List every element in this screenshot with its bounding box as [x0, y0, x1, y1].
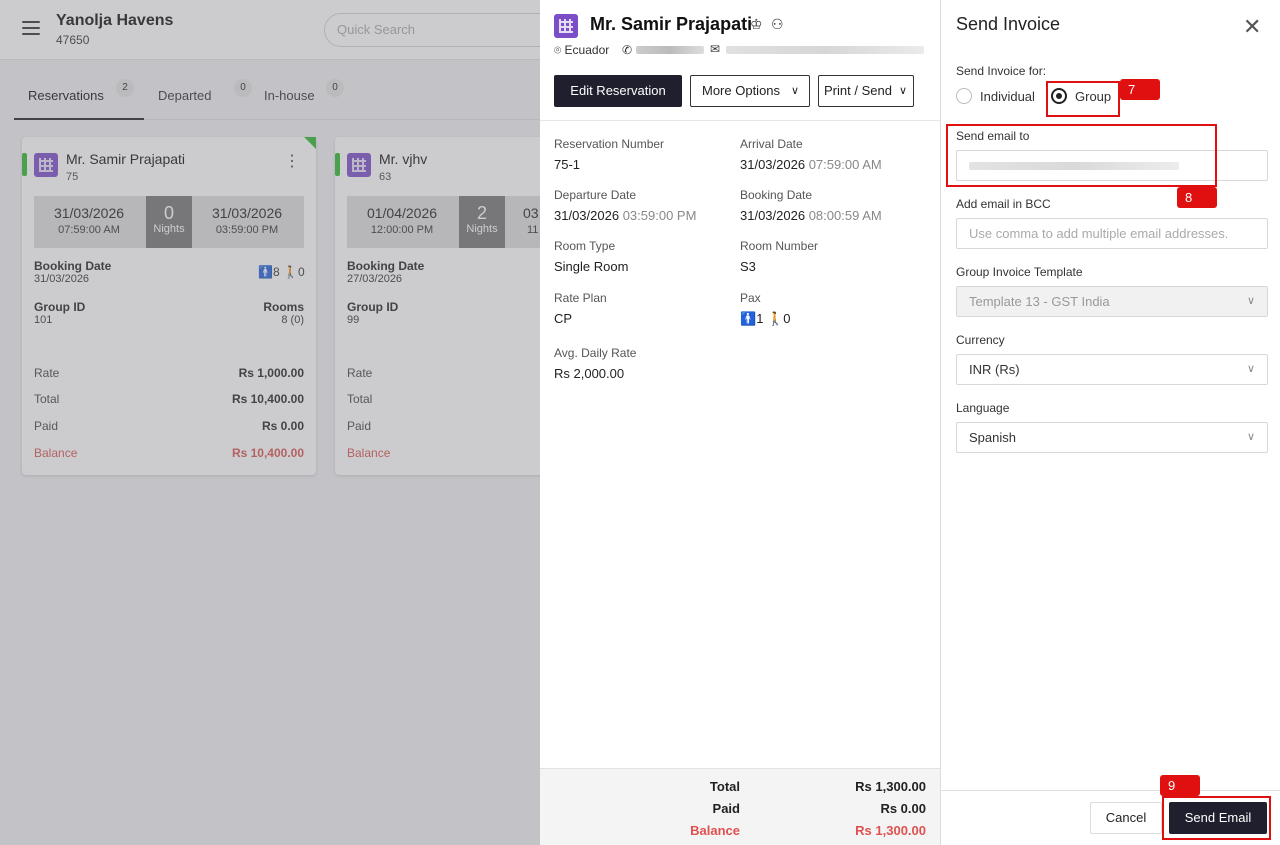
- panel-title: Send Invoice: [956, 14, 1061, 34]
- group-users-icon: ⚇: [771, 16, 784, 32]
- email-redacted: [726, 46, 924, 54]
- reservation-detail-panel: Mr. Samir Prajapati ♔ ⚇ ⌾ Ecuador ✆ ✉ Ed…: [540, 0, 940, 845]
- divider: [941, 790, 1280, 791]
- vip-crown-icon: ♔: [750, 16, 763, 32]
- field-value: 31/03/2026 03:59:00 PM: [554, 208, 696, 223]
- field-label: Rate Plan: [554, 291, 607, 305]
- pax-field: Pax 🚹1 🚶0: [740, 291, 790, 327]
- adult-icon: 🚹: [740, 311, 757, 326]
- button-label: More Options: [702, 83, 781, 98]
- guest-name: Mr. Samir Prajapati: [590, 14, 753, 34]
- more-options-button[interactable]: More Options ∨: [690, 75, 810, 107]
- paid-label: Paid: [712, 801, 740, 816]
- annotation-box-7: [1046, 81, 1120, 117]
- child-icon: 🚶: [767, 311, 784, 326]
- field-value: S3: [740, 259, 756, 274]
- field-label: Booking Date: [740, 188, 813, 202]
- field-value: 31/03/2026 07:59:00 AM: [740, 157, 882, 172]
- balance-value: Rs 1,300.00: [855, 823, 926, 838]
- print-send-button[interactable]: Print / Send ∨: [818, 75, 914, 107]
- email-icon: ✉: [710, 42, 721, 56]
- edit-reservation-button[interactable]: Edit Reservation: [554, 75, 682, 107]
- field-value: CP: [554, 311, 573, 326]
- total-value: Rs 1,300.00: [855, 779, 926, 794]
- individual-radio[interactable]: [956, 88, 972, 104]
- field-value: Single Room: [554, 259, 629, 274]
- room-type-field: Room Type Single Room: [554, 239, 628, 274]
- select-value: Template 13 - GST India: [969, 294, 1110, 309]
- bcc-label: Add email in BCC: [956, 197, 1051, 211]
- field-value: Rs 2,000.00: [554, 366, 625, 381]
- paid-value: Rs 0.00: [880, 801, 926, 816]
- chevron-down-icon: ∨: [1246, 431, 1255, 443]
- field-label: Room Type: [554, 239, 616, 253]
- time: 08:00:59 AM: [808, 208, 882, 223]
- field-value: 🚹1 🚶0: [740, 311, 790, 327]
- invoice-template-select[interactable]: Template 13 - GST India ∨: [956, 286, 1268, 317]
- close-icon[interactable]: ✕: [1243, 16, 1261, 38]
- annotation-box-9: [1162, 796, 1271, 840]
- template-label: Group Invoice Template: [956, 265, 1083, 279]
- building-icon: [554, 14, 578, 38]
- button-label: Print / Send: [824, 83, 892, 98]
- date: 31/03/2026: [740, 157, 806, 172]
- country-name: Ecuador: [564, 43, 610, 57]
- phone-icon: ✆: [622, 43, 633, 57]
- totals-footer: Total Rs 1,300.00 Paid Rs 0.00 Balance R…: [540, 768, 940, 845]
- time: 03:59:00 PM: [622, 208, 697, 223]
- field-label: Room Number: [740, 239, 819, 253]
- adult-count: 1: [756, 311, 764, 326]
- rate-plan-field: Rate Plan CP: [554, 291, 607, 326]
- avg-daily-rate-field: Avg. Daily Rate Rs 2,000.00: [554, 346, 636, 381]
- field-label: Avg. Daily Rate: [554, 346, 637, 360]
- reservation-number-field: Reservation Number 75-1: [554, 137, 664, 172]
- divider: [540, 120, 940, 121]
- room-number-field: Room Number S3: [740, 239, 818, 274]
- send-invoice-for-label: Send Invoice for:: [956, 64, 1047, 78]
- booking-date-field: Booking Date 31/03/2026 08:00:59 AM: [740, 188, 882, 223]
- chevron-down-icon: ∨: [898, 85, 907, 97]
- guest-country: ⌾ Ecuador: [554, 43, 609, 58]
- currency-label: Currency: [956, 333, 1005, 347]
- field-label: Pax: [740, 291, 761, 305]
- date: 31/03/2026: [740, 208, 806, 223]
- date: 31/03/2026: [554, 208, 620, 223]
- field-label: Arrival Date: [740, 137, 803, 151]
- chevron-down-icon: ∨: [790, 85, 799, 97]
- annotation-box-8: [946, 124, 1217, 187]
- bcc-email-input[interactable]: Use comma to add multiple email addresse…: [956, 218, 1268, 249]
- language-label: Language: [956, 401, 1010, 415]
- phone-redacted: [636, 46, 704, 54]
- cancel-button[interactable]: Cancel: [1090, 802, 1162, 834]
- field-value: 75-1: [554, 157, 581, 172]
- arrival-date-field: Arrival Date 31/03/2026 07:59:00 AM: [740, 137, 882, 172]
- currency-select[interactable]: INR (Rs) ∨: [956, 354, 1268, 385]
- field-label: Departure Date: [554, 188, 637, 202]
- individual-radio-label[interactable]: Individual: [980, 89, 1035, 104]
- language-select[interactable]: Spanish ∨: [956, 422, 1268, 453]
- field-label: Reservation Number: [554, 137, 665, 151]
- modal-backdrop[interactable]: [0, 0, 540, 845]
- total-label: Total: [709, 779, 740, 794]
- location-pin-icon: ⌾: [554, 43, 562, 57]
- child-count: 0: [783, 311, 791, 326]
- chevron-down-icon: ∨: [1246, 295, 1255, 307]
- field-value: 31/03/2026 08:00:59 AM: [740, 208, 882, 223]
- select-value: INR (Rs): [969, 362, 1020, 377]
- annotation-label-8: 8: [1177, 187, 1217, 208]
- chevron-down-icon: ∨: [1246, 363, 1255, 375]
- balance-label: Balance: [690, 823, 740, 838]
- departure-date-field: Departure Date 31/03/2026 03:59:00 PM: [554, 188, 696, 223]
- annotation-label-7: 7: [1120, 79, 1160, 100]
- select-value: Spanish: [969, 430, 1016, 445]
- annotation-label-9: 9: [1160, 775, 1200, 796]
- time: 07:59:00 AM: [808, 157, 882, 172]
